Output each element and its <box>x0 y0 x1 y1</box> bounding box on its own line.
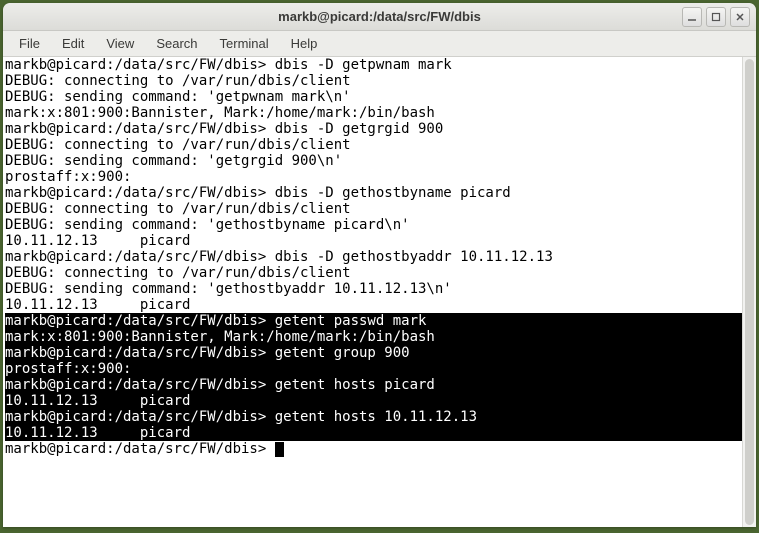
terminal-line: DEBUG: connecting to /var/run/dbis/clien… <box>5 201 754 217</box>
terminal-line: mark:x:801:900:Bannister, Mark:/home/mar… <box>5 105 754 121</box>
terminal-line: 10.11.12.13 picard <box>5 233 754 249</box>
scrollbar[interactable] <box>742 57 756 527</box>
scroll-thumb[interactable] <box>745 59 754 525</box>
terminal-line: markb@picard:/data/src/FW/dbis> dbis -D … <box>5 185 754 201</box>
close-icon <box>735 12 745 22</box>
terminal-line: markb@picard:/data/src/FW/dbis> getent h… <box>5 409 754 425</box>
terminal-line: DEBUG: connecting to /var/run/dbis/clien… <box>5 137 754 153</box>
terminal-line: markb@picard:/data/src/FW/dbis> dbis -D … <box>5 121 754 137</box>
terminal-line: DEBUG: connecting to /var/run/dbis/clien… <box>5 73 754 89</box>
minimize-button[interactable] <box>682 7 702 27</box>
terminal-line: markb@picard:/data/src/FW/dbis> dbis -D … <box>5 249 754 265</box>
terminal-line: markb@picard:/data/src/FW/dbis> dbis -D … <box>5 57 754 73</box>
titlebar[interactable]: markb@picard:/data/src/FW/dbis <box>3 3 756 31</box>
close-button[interactable] <box>730 7 750 27</box>
cursor-icon <box>275 442 284 457</box>
terminal-line: prostaff:x:900: <box>5 169 754 185</box>
terminal-prompt-line[interactable]: markb@picard:/data/src/FW/dbis> <box>5 441 754 457</box>
menubar: File Edit View Search Terminal Help <box>3 31 756 57</box>
menu-file[interactable]: File <box>9 33 50 54</box>
maximize-icon <box>711 12 721 22</box>
terminal-line: DEBUG: connecting to /var/run/dbis/clien… <box>5 265 754 281</box>
menu-edit[interactable]: Edit <box>52 33 94 54</box>
terminal-line: markb@picard:/data/src/FW/dbis> getent g… <box>5 345 754 361</box>
minimize-icon <box>687 12 697 22</box>
terminal-window: markb@picard:/data/src/FW/dbis File Edit… <box>3 3 756 527</box>
terminal-line: mark:x:801:900:Bannister, Mark:/home/mar… <box>5 329 754 345</box>
terminal-line: prostaff:x:900: <box>5 361 754 377</box>
terminal-line: 10.11.12.13 picard <box>5 425 754 441</box>
menu-help[interactable]: Help <box>281 33 328 54</box>
terminal-area[interactable]: markb@picard:/data/src/FW/dbis> dbis -D … <box>3 57 756 527</box>
window-title: markb@picard:/data/src/FW/dbis <box>278 9 481 24</box>
maximize-button[interactable] <box>706 7 726 27</box>
window-controls <box>682 7 750 27</box>
terminal-line: markb@picard:/data/src/FW/dbis> getent p… <box>5 313 754 329</box>
menu-terminal[interactable]: Terminal <box>210 33 279 54</box>
terminal-line: 10.11.12.13 picard <box>5 297 754 313</box>
menu-search[interactable]: Search <box>146 33 207 54</box>
terminal-line: 10.11.12.13 picard <box>5 393 754 409</box>
terminal-content: markb@picard:/data/src/FW/dbis> dbis -D … <box>3 57 756 457</box>
menu-view[interactable]: View <box>96 33 144 54</box>
terminal-line: DEBUG: sending command: 'getpwnam mark\n… <box>5 89 754 105</box>
terminal-line: markb@picard:/data/src/FW/dbis> getent h… <box>5 377 754 393</box>
terminal-line: DEBUG: sending command: 'gethostbyaddr 1… <box>5 281 754 297</box>
prompt-text: markb@picard:/data/src/FW/dbis> <box>5 441 275 457</box>
terminal-line: DEBUG: sending command: 'getgrgid 900\n' <box>5 153 754 169</box>
terminal-line: DEBUG: sending command: 'gethostbyname p… <box>5 217 754 233</box>
